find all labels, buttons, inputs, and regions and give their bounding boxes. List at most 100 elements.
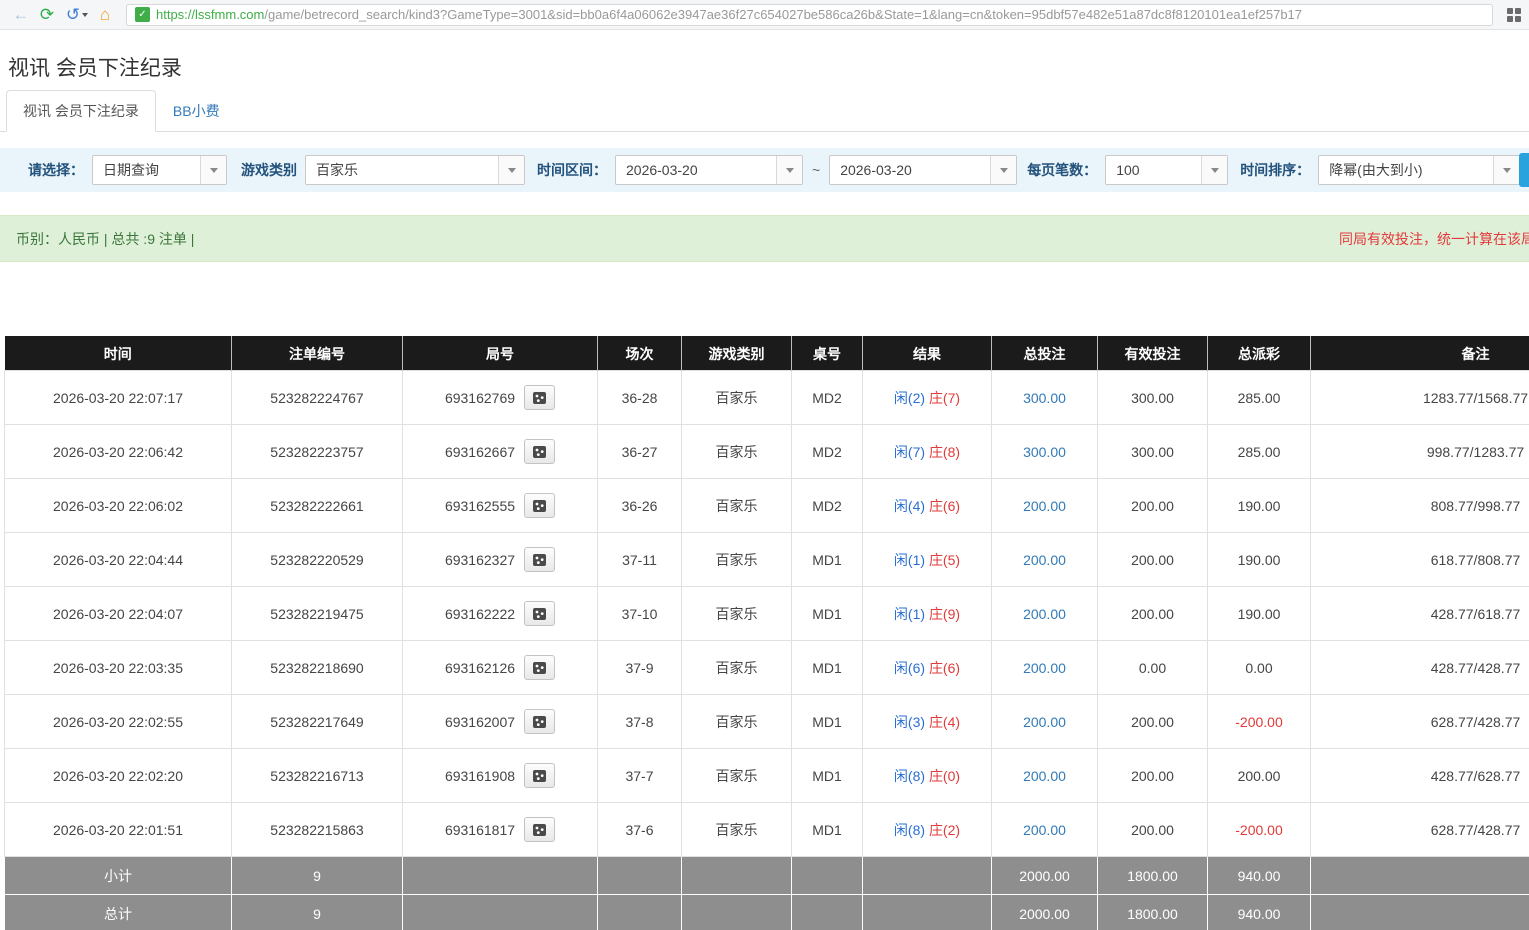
dice-icon	[532, 391, 548, 405]
cell-game-type: 百家乐	[682, 425, 792, 479]
round-number-text: 693162126	[445, 660, 515, 676]
cell-total-bet: 300.00	[992, 425, 1098, 479]
cell-payout: -200.00	[1208, 695, 1311, 749]
cell-payout: 285.00	[1208, 371, 1311, 425]
cell-result: 闲(8) 庄(0)	[863, 749, 992, 803]
browser-toolbar: ← ⟳ ↺ ⌂ ✓ https://lssfmm.com/game/betrec…	[0, 0, 1529, 30]
result-banker: 庄(8)	[929, 444, 960, 460]
cell-total-bet: 200.00	[992, 803, 1098, 857]
dice-icon	[532, 661, 548, 675]
cell-time: 2026-03-20 22:02:20	[5, 749, 232, 803]
round-replay-button[interactable]	[524, 763, 555, 788]
column-header-3: 局号	[403, 337, 598, 371]
round-replay-button[interactable]	[524, 493, 555, 518]
round-replay-button[interactable]	[524, 547, 555, 572]
grand-total-row-result	[863, 895, 992, 930]
subtotal-row-bet-count: 9	[232, 857, 403, 895]
back-icon[interactable]: ←	[8, 1, 34, 29]
cell-game-type: 百家乐	[682, 371, 792, 425]
filter-bar: 请选择： 日期查询 游戏类别 百家乐 时间区间： 2026-03-20 ~ 20…	[0, 148, 1529, 192]
total-bet-link[interactable]: 200.00	[1023, 714, 1066, 730]
date-to-select[interactable]: 2026-03-20	[829, 155, 1017, 185]
cell-valid-bet: 200.00	[1098, 479, 1208, 533]
cell-result: 闲(3) 庄(4)	[863, 695, 992, 749]
chevron-down-icon	[1201, 156, 1227, 184]
column-header-5: 游戏类别	[682, 337, 792, 371]
cell-valid-bet: 200.00	[1098, 803, 1208, 857]
chevron-down-icon	[1493, 156, 1519, 184]
cell-payout: 285.00	[1208, 425, 1311, 479]
cell-remark: 428.77/428.77	[1311, 641, 1529, 695]
cell-result: 闲(7) 庄(8)	[863, 425, 992, 479]
total-bet-link[interactable]: 200.00	[1023, 660, 1066, 676]
query-mode-select[interactable]: 日期查询	[92, 155, 227, 185]
cell-bet-number: 523282224767	[232, 371, 403, 425]
cell-remark: 628.77/428.77	[1311, 803, 1529, 857]
cell-remark: 428.77/628.77	[1311, 749, 1529, 803]
grand-total-row-round	[403, 895, 598, 930]
total-bet-link[interactable]: 200.00	[1023, 498, 1066, 514]
url-scheme: https://	[156, 7, 195, 22]
address-bar[interactable]: ✓ https://lssfmm.com/game/betrecord_sear…	[126, 4, 1493, 26]
table-row: 2026-03-20 22:06:02523282222661693162555…	[5, 479, 1529, 533]
cell-session: 36-27	[598, 425, 682, 479]
cell-game-type: 百家乐	[682, 803, 792, 857]
round-number-text: 693162769	[445, 390, 515, 406]
total-bet-link[interactable]: 200.00	[1023, 606, 1066, 622]
refresh-icon[interactable]: ⟳	[34, 1, 60, 29]
undo-dropdown-icon[interactable]	[82, 13, 88, 17]
sort-order-select[interactable]: 降幂(由大到小)	[1318, 155, 1520, 185]
subtotal-row-session	[598, 857, 682, 895]
search-button[interactable]	[1519, 153, 1529, 187]
round-replay-button[interactable]	[524, 709, 555, 734]
subtotal-row-result	[863, 857, 992, 895]
total-bet-link[interactable]: 200.00	[1023, 552, 1066, 568]
result-player: 闲(1)	[894, 606, 925, 622]
game-type-select[interactable]: 百家乐	[305, 155, 525, 185]
table-header-row: 时间注单编号局号场次游戏类别桌号结果总投注有效投注总派彩备注	[5, 337, 1529, 371]
total-bet-link[interactable]: 300.00	[1023, 444, 1066, 460]
result-player: 闲(8)	[894, 822, 925, 838]
round-replay-button[interactable]	[524, 601, 555, 626]
summary-bar: 币别：人民币 | 总共 :9 注单 | 同局有效投注，统一计算在该局	[0, 215, 1529, 262]
result-player: 闲(1)	[894, 552, 925, 568]
cell-round-number: 693162126	[403, 641, 598, 695]
round-replay-button[interactable]	[524, 655, 555, 680]
tab-bet-records[interactable]: 视讯 会员下注纪录	[6, 90, 156, 132]
table-row: 2026-03-20 22:01:51523282215863693161817…	[5, 803, 1529, 857]
cell-round-number: 693162222	[403, 587, 598, 641]
dice-icon	[532, 445, 548, 459]
result-player: 闲(8)	[894, 768, 925, 784]
home-icon[interactable]: ⌂	[92, 1, 118, 29]
dice-icon	[532, 553, 548, 567]
cell-remark: 628.77/428.77	[1311, 695, 1529, 749]
date-from-select[interactable]: 2026-03-20	[615, 155, 803, 185]
apps-grid-icon[interactable]	[1507, 8, 1521, 22]
cell-bet-number: 523282216713	[232, 749, 403, 803]
cell-valid-bet: 200.00	[1098, 533, 1208, 587]
tab-bb-tip[interactable]: BB小费	[156, 90, 237, 132]
cell-session: 37-9	[598, 641, 682, 695]
column-header-1: 时间	[5, 337, 232, 371]
cell-round-number: 693162667	[403, 425, 598, 479]
cell-time: 2026-03-20 22:07:17	[5, 371, 232, 425]
url-path: /game/betrecord_search/kind3?GameType=30…	[264, 7, 1302, 22]
table-row: 2026-03-20 22:04:44523282220529693162327…	[5, 533, 1529, 587]
cell-total-bet: 200.00	[992, 749, 1098, 803]
total-bet-link[interactable]: 200.00	[1023, 768, 1066, 784]
page-size-select[interactable]: 100	[1105, 155, 1228, 185]
total-bet-link[interactable]: 300.00	[1023, 390, 1066, 406]
total-bet-link[interactable]: 200.00	[1023, 822, 1066, 838]
round-replay-button[interactable]	[524, 817, 555, 842]
cell-payout: 190.00	[1208, 587, 1311, 641]
grand-total-row-remark	[1311, 895, 1529, 930]
time-range-label: 时间区间：	[537, 160, 607, 180]
round-number-text: 693162007	[445, 714, 515, 730]
result-player: 闲(7)	[894, 444, 925, 460]
cell-session: 37-10	[598, 587, 682, 641]
sort-order-value: 降幂(由大到小)	[1319, 160, 1422, 180]
cell-payout: 200.00	[1208, 749, 1311, 803]
round-replay-button[interactable]	[524, 385, 555, 410]
cell-game-type: 百家乐	[682, 533, 792, 587]
round-replay-button[interactable]	[524, 439, 555, 464]
